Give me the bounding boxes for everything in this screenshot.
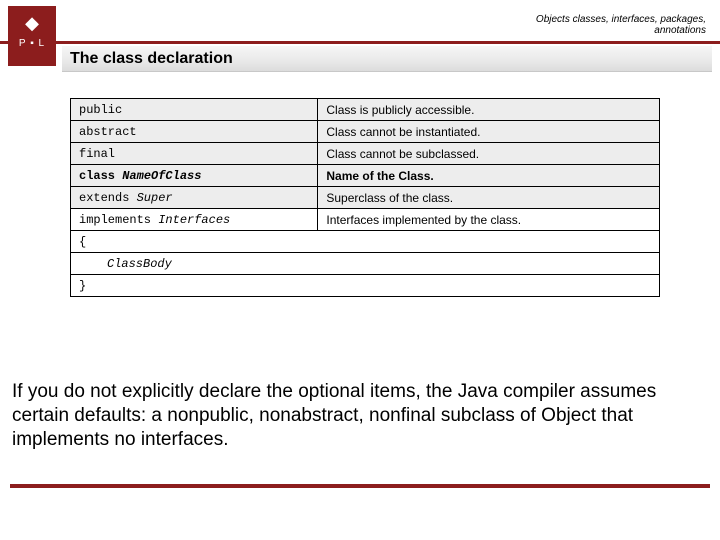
syntax-keyword: class (79, 169, 122, 183)
table-cell-syntax: abstract (71, 121, 318, 143)
syntax-keyword: abstract (79, 125, 137, 139)
syntax-placeholder: Super (137, 191, 173, 205)
table-row: ClassBody (71, 253, 660, 275)
syntax-keyword: public (79, 103, 122, 117)
table-cell-description: Class is publicly accessible. (318, 99, 660, 121)
table-row: class NameOfClassName of the Class. (71, 165, 660, 187)
table-cell-syntax: extends Super (71, 187, 318, 209)
logo: ◆ P ▪ L (8, 6, 56, 66)
table-row: } (71, 275, 660, 297)
table-row: { (71, 231, 660, 253)
table-cell-syntax: public (71, 99, 318, 121)
table-cell-syntax: implements Interfaces (71, 209, 318, 231)
table-row: implements InterfacesInterfaces implemen… (71, 209, 660, 231)
breadcrumb-line1: Objects classes, interfaces, packages, (536, 14, 706, 25)
declaration-table-wrap: publicClass is publicly accessible.abstr… (70, 98, 660, 297)
syntax-placeholder: Interfaces (158, 213, 230, 227)
table-cell-description: Class cannot be instantiated. (318, 121, 660, 143)
footer-divider (10, 484, 710, 488)
syntax-placeholder: ClassBody (107, 257, 172, 271)
table-cell-syntax: class NameOfClass (71, 165, 318, 187)
syntax-keyword: final (79, 147, 115, 161)
table-cell-description: Name of the Class. (318, 165, 660, 187)
body-paragraph: If you do not explicitly declare the opt… (12, 380, 708, 452)
declaration-table: publicClass is publicly accessible.abstr… (70, 98, 660, 297)
header: Objects classes, interfaces, packages, a… (0, 0, 720, 42)
syntax-keyword: { (79, 235, 86, 249)
syntax-keyword: implements (79, 213, 158, 227)
table-cell-description: Interfaces implemented by the class. (318, 209, 660, 231)
logo-eagle-icon: ◆ (8, 14, 56, 32)
table-row: final Class cannot be subclassed. (71, 143, 660, 165)
table-row: abstract Class cannot be instantiated. (71, 121, 660, 143)
breadcrumb: Objects classes, interfaces, packages, a… (536, 14, 706, 36)
table-cell-description: Class cannot be subclassed. (318, 143, 660, 165)
syntax-placeholder: NameOfClass (122, 169, 201, 183)
table-cell-description: Superclass of the class. (318, 187, 660, 209)
page-title: The class declaration (70, 50, 233, 68)
breadcrumb-line2: annotations (654, 25, 706, 36)
table-cell-syntax: final (71, 143, 318, 165)
table-cell-syntax: } (71, 275, 660, 297)
header-divider (0, 41, 720, 44)
table-cell-syntax: { (71, 231, 660, 253)
table-row: extends SuperSuperclass of the class. (71, 187, 660, 209)
logo-label: P ▪ L (8, 38, 56, 49)
syntax-keyword: extends (79, 191, 137, 205)
table-row: public Class is publicly accessible. (71, 99, 660, 121)
syntax-keyword: } (79, 279, 86, 293)
title-bar: The class declaration (62, 46, 712, 72)
table-cell-syntax: ClassBody (71, 253, 660, 275)
